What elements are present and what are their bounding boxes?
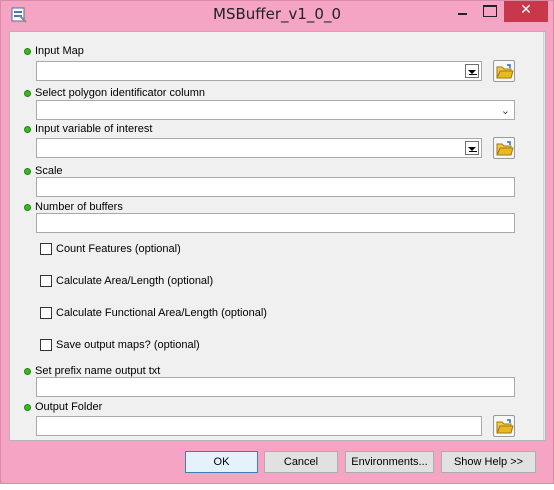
scrollbar-thumb[interactable] bbox=[545, 44, 546, 428]
close-button[interactable]: ✕ bbox=[504, 1, 548, 22]
prefix-name-label: Set prefix name output txt bbox=[10, 364, 160, 378]
ok-button[interactable]: OK bbox=[185, 451, 258, 473]
vertical-scrollbar[interactable] bbox=[543, 32, 546, 440]
dropdown-arrow-icon[interactable] bbox=[465, 64, 479, 78]
open-folder-icon bbox=[496, 64, 514, 79]
polygon-column-select[interactable]: ⌄ bbox=[36, 100, 515, 120]
calculate-functional-area-checkbox[interactable]: Calculate Functional Area/Length (option… bbox=[40, 306, 267, 320]
required-icon bbox=[24, 403, 31, 411]
input-map-label: Input Map bbox=[10, 44, 84, 58]
required-icon bbox=[24, 47, 31, 55]
scale-label: Scale bbox=[10, 164, 63, 178]
tool-window: MSBuffer_v1_0_0 ✕ Input Map Select polyg… bbox=[0, 0, 554, 484]
calculate-area-checkbox[interactable]: Calculate Area/Length (optional) bbox=[40, 274, 213, 288]
num-buffers-label: Number of buffers bbox=[10, 200, 123, 214]
dropdown-arrow-icon[interactable] bbox=[465, 141, 479, 155]
close-icon: ✕ bbox=[520, 2, 532, 18]
dialog-content: Input Map Select polygon identificator c… bbox=[9, 31, 546, 441]
output-folder-input[interactable] bbox=[36, 416, 482, 436]
checkbox-box[interactable] bbox=[40, 243, 52, 255]
polygon-column-label: Select polygon identificator column bbox=[10, 86, 205, 100]
output-folder-label: Output Folder bbox=[10, 400, 102, 414]
show-help-button[interactable]: Show Help >> bbox=[441, 451, 536, 473]
input-map-combo[interactable] bbox=[36, 61, 482, 81]
checkbox-box[interactable] bbox=[40, 339, 52, 351]
input-map-browse-button[interactable] bbox=[493, 60, 515, 82]
scale-input[interactable] bbox=[36, 177, 515, 197]
input-variable-combo[interactable] bbox=[36, 138, 482, 158]
checkbox-box[interactable] bbox=[40, 275, 52, 287]
save-output-maps-checkbox[interactable]: Save output maps? (optional) bbox=[40, 338, 200, 352]
required-icon bbox=[24, 89, 31, 97]
input-variable-browse-button[interactable] bbox=[493, 137, 515, 159]
checkbox-box[interactable] bbox=[40, 307, 52, 319]
maximize-button[interactable] bbox=[479, 1, 501, 21]
open-folder-icon bbox=[496, 141, 514, 156]
output-folder-browse-button[interactable] bbox=[493, 415, 515, 437]
input-variable-label: Input variable of interest bbox=[10, 122, 152, 136]
count-features-checkbox[interactable]: Count Features (optional) bbox=[40, 242, 181, 256]
required-icon bbox=[24, 167, 31, 175]
required-icon bbox=[24, 125, 31, 133]
title-bar[interactable]: MSBuffer_v1_0_0 ✕ bbox=[1, 1, 553, 31]
open-folder-icon bbox=[496, 419, 514, 434]
required-icon bbox=[24, 367, 31, 375]
minimize-button[interactable] bbox=[453, 1, 473, 21]
environments-button[interactable]: Environments... bbox=[345, 451, 434, 473]
prefix-name-input[interactable] bbox=[36, 377, 515, 397]
num-buffers-input[interactable] bbox=[36, 213, 515, 233]
chevron-down-icon[interactable]: ⌄ bbox=[501, 104, 510, 117]
cancel-button[interactable]: Cancel bbox=[264, 451, 338, 473]
required-icon bbox=[24, 203, 31, 211]
